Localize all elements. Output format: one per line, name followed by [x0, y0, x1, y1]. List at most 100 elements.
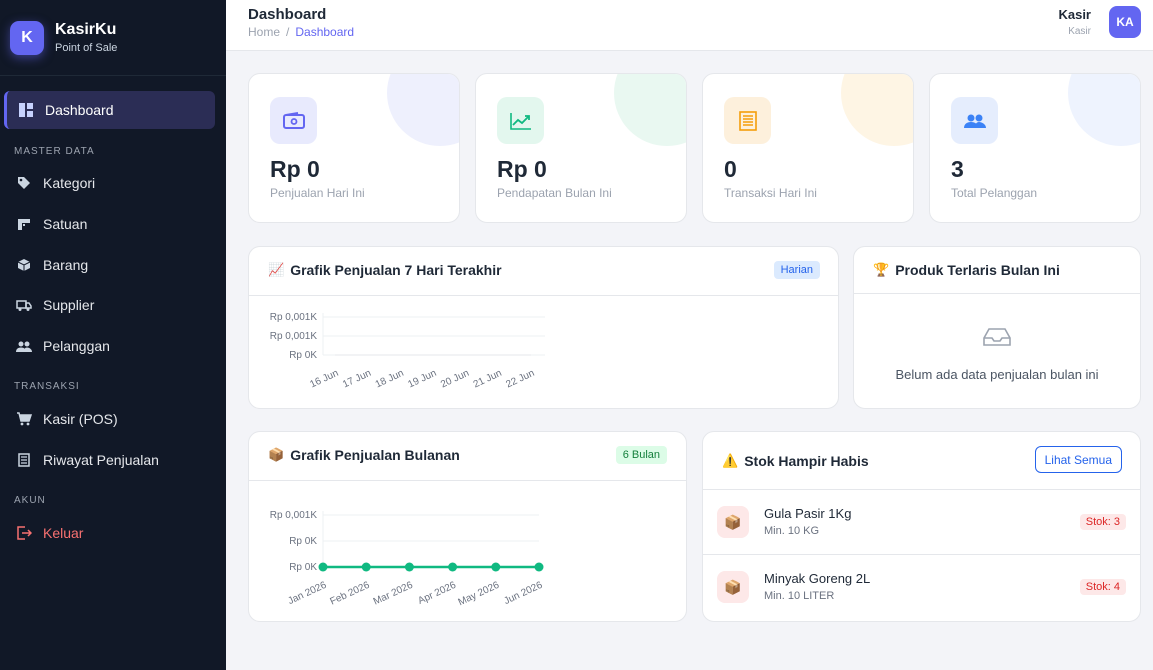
dashboard-icon [18, 102, 34, 118]
user-name: Kasir [1058, 7, 1091, 22]
stat-value: 3 [951, 156, 964, 182]
chart-data-point [318, 562, 328, 572]
sidebar-section-master-data: MASTER DATA [14, 146, 95, 157]
panel-title-text: Stok Hampir Habis [744, 453, 869, 469]
sales-7-days-panel: 📈 Grafik Penjualan 7 Hari Terakhir Haria… [248, 246, 839, 409]
panel-title-text: Produk Terlaris Bulan Ini [895, 262, 1060, 278]
chart-data-point [534, 562, 544, 572]
user-role: Kasir [1068, 26, 1091, 37]
sidebar-item-label: Riwayat Penjualan [43, 452, 159, 468]
sales-7-days-chart: Rp 0,001K Rp 0,001K Rp 0K 16 Jun 17 Jun 18 Ju… [270, 312, 545, 391]
sidebar-item-label: Satuan [43, 216, 88, 232]
breadcrumb-separator: / [286, 25, 290, 39]
chart-x-tick-label: May 2026 [457, 580, 502, 609]
sidebar-item-label: Kasir (POS) [43, 411, 118, 427]
monthly-sales-panel: 📦 Grafik Penjualan Bulanan 6 Bulan Rp 0,… [248, 431, 687, 622]
sidebar-item-label: Barang [43, 257, 89, 273]
sidebar-item-label: Pelanggan [43, 338, 110, 354]
panel-title: ⚠️ Stok Hampir Habis [722, 453, 869, 469]
avatar[interactable]: KA [1109, 6, 1141, 38]
stock-badge: Stok: 3 [1079, 514, 1126, 530]
box-icon: 📦 [717, 571, 749, 603]
chart-x-tick-label: 21 Jun [472, 368, 504, 391]
stat-label: Pendapatan Bulan Ini [497, 186, 612, 200]
sidebar-section-transaksi: TRANSAKSI [14, 381, 80, 392]
sidebar-item-label: Supplier [43, 297, 95, 313]
brand-logo: K [10, 20, 44, 55]
truck-icon [16, 297, 32, 313]
stat-label: Penjualan Hari Ini [270, 186, 365, 200]
box-icon: 📦 [717, 506, 749, 538]
users-icon [951, 97, 998, 144]
page-title: Dashboard [248, 6, 327, 23]
chart-x-tick-label: 16 Jun [308, 368, 340, 391]
chart-y-tick-label: Rp 0,001K [270, 331, 318, 342]
brand-subtitle: Point of Sale [55, 42, 118, 54]
sidebar-item-label: Kategori [43, 175, 96, 191]
stock-badge: Stok: 4 [1079, 579, 1126, 595]
wallet-icon [270, 97, 317, 144]
sidebar-item-riwayat-penjualan[interactable]: Riwayat Penjualan [16, 450, 159, 470]
chart-data-point [491, 562, 501, 572]
stat-card-penjualan-hari-ini: Rp 0 Penjualan Hari Ini [248, 73, 460, 223]
brand-name: KasirKu [55, 21, 117, 38]
chart-y-tick-label: Rp 0K [289, 350, 317, 361]
stat-label: Total Pelanggan [951, 186, 1038, 200]
breadcrumb: Home / Dashboard [248, 25, 354, 39]
list-item[interactable]: 📦 Minyak Goreng 2L Min. 10 LITER Stok: 4 [703, 555, 1140, 620]
sidebar: K KasirKu Point of Sale Dashboard MASTER… [0, 0, 226, 670]
chart-x-tick-label: 18 Jun [374, 368, 406, 391]
trend-up-icon [497, 97, 544, 144]
sidebar-item-label: Keluar [43, 525, 84, 541]
tag-icon [16, 175, 32, 191]
low-stock-panel: ⚠️ Stok Hampir Habis Lihat Semua 📦 Gula … [702, 431, 1141, 622]
sidebar-item-kasir-pos[interactable]: Kasir (POS) [16, 409, 118, 429]
chart-y-tick-label: Rp 0,001K [270, 510, 318, 521]
card-decoration [387, 74, 459, 146]
inbox-icon [854, 327, 1140, 347]
stat-card-pendapatan-bulan-ini: Rp 0 Pendapatan Bulan Ini [475, 73, 687, 223]
sidebar-item-satuan[interactable]: Satuan [16, 214, 87, 234]
chart-x-tick-label: Apr 2026 [416, 580, 458, 607]
chart-x-tick-label: Mar 2026 [372, 580, 415, 608]
chart-y-tick-label: Rp 0K [289, 536, 317, 547]
chart-x-tick-label: Feb 2026 [329, 580, 372, 608]
chart-data-point [361, 562, 371, 572]
see-all-button[interactable]: Lihat Semua [1034, 446, 1122, 473]
chart-y-tick-label: Rp 0K [289, 562, 317, 573]
stat-card-total-pelanggan: 3 Total Pelanggan [929, 73, 1141, 223]
cart-icon [16, 411, 32, 427]
product-min-stock: Min. 10 KG [764, 525, 820, 537]
chart-x-tick-label: 20 Jun [439, 368, 471, 391]
card-decoration [614, 74, 686, 146]
breadcrumb-current: Dashboard [295, 25, 355, 39]
breadcrumb-home[interactable]: Home [248, 25, 280, 39]
sidebar-section-akun: AKUN [14, 495, 46, 506]
sidebar-item-pelanggan[interactable]: Pelanggan [16, 336, 110, 356]
logout-icon [16, 525, 32, 541]
top-header: Dashboard Home / Dashboard Kasir Kasir KA [226, 0, 1153, 51]
sidebar-item-barang[interactable]: Barang [16, 255, 88, 275]
ruler-icon [16, 216, 32, 232]
receipt-icon [16, 452, 32, 468]
chart-data-point [404, 562, 414, 572]
brand: K KasirKu Point of Sale [0, 0, 226, 76]
sidebar-item-dashboard[interactable]: Dashboard [4, 91, 215, 129]
list-item[interactable]: 📦 Gula Pasir 1Kg Min. 10 KG Stok: 3 [703, 490, 1140, 555]
card-decoration [841, 74, 913, 146]
stat-value: 0 [724, 156, 737, 182]
receipt-icon [724, 97, 771, 144]
stat-value: Rp 0 [497, 156, 547, 182]
product-name: Gula Pasir 1Kg [764, 506, 852, 521]
chart-x-tick-label: 19 Jun [406, 368, 438, 391]
top-products-panel: 🏆 Produk Terlaris Bulan Ini Belum ada da… [853, 246, 1141, 409]
warning-icon: ⚠️ [722, 453, 739, 468]
chart-x-tick-label: Jan 2026 [286, 580, 328, 608]
users-icon [16, 338, 32, 354]
sidebar-item-kategori[interactable]: Kategori [16, 173, 95, 193]
sidebar-item-keluar[interactable]: Keluar [16, 523, 83, 543]
trophy-icon: 🏆 [873, 262, 890, 277]
sidebar-item-supplier[interactable]: Supplier [16, 295, 94, 315]
sidebar-item-label: Dashboard [45, 102, 114, 118]
product-name: Minyak Goreng 2L [764, 571, 871, 586]
